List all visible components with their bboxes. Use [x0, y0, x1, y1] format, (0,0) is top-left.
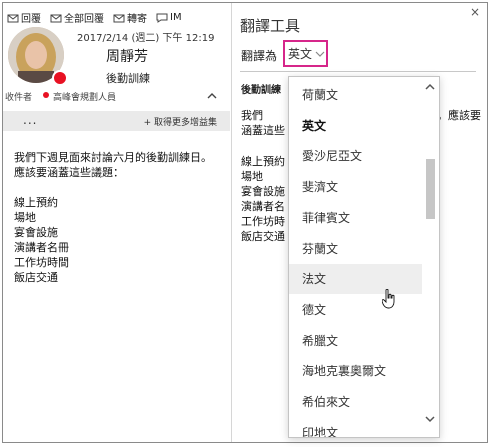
translation-line-end: 。應該要 — [437, 109, 481, 122]
hand-cursor-icon — [382, 289, 395, 309]
body-line: 應該要涵蓋這些議題： — [14, 166, 124, 179]
message-body: 我們下週見面來討論六月的後勤訓練日。 應該要涵蓋這些議題： 線上預約場地宴會設施演… — [14, 150, 212, 285]
translation-line-start: 線上預約 — [241, 155, 285, 168]
im-button[interactable]: IM — [156, 10, 182, 25]
body-line: 線上預約 — [14, 196, 58, 209]
addins-bar: ... + 取得更多增益集 — [3, 111, 230, 131]
body-line: 宴會設施 — [14, 226, 58, 239]
sender-name[interactable]: 周靜芳 — [106, 46, 148, 66]
translation-line: 場地 — [241, 169, 263, 184]
body-line: 我們下週見面來討論六月的後勤訓練日。 — [14, 151, 212, 164]
reply-all-label: 全部回覆 — [64, 14, 104, 25]
language-dropdown[interactable]: 印地文 希伯來文 海地克裏奧爾文 希臘文 德文 法文 芬蘭文 菲律賓文 斐濟文 愛沙尼亞文 英文 荷蘭… — [288, 76, 440, 438]
body-line — [14, 180, 212, 195]
translation-line: 演講者名 — [241, 199, 285, 214]
collapse-header-icon[interactable] — [206, 91, 218, 101]
forward-icon — [113, 14, 125, 22]
language-option[interactable]: 海地克裏奧爾文 — [289, 356, 422, 386]
language-select[interactable]: 英文 — [283, 40, 328, 67]
language-option[interactable]: 荷蘭文 — [289, 80, 422, 110]
language-option[interactable]: 德文 — [289, 295, 422, 325]
forward-label: 轉寄 — [127, 14, 147, 25]
reply-button[interactable]: 回覆 — [7, 10, 41, 25]
presence-status-icon — [52, 70, 68, 86]
language-option[interactable]: 希臘文 — [289, 326, 422, 356]
body-line: 場地 — [14, 211, 36, 224]
scroll-up-icon[interactable] — [425, 83, 435, 91]
language-option[interactable]: 芬蘭文 — [289, 234, 422, 264]
language-option[interactable]: 斐濟文 — [289, 172, 422, 202]
translation-line: 我們 。應該要 — [241, 108, 481, 123]
translation-line: 工作坊時 — [241, 214, 285, 229]
translation-line-start: 我們 — [241, 109, 263, 122]
translation-line-start: 涵蓋這些 — [241, 124, 285, 137]
header-separator — [240, 71, 476, 72]
get-addins-link[interactable]: + 取得更多增益集 — [144, 115, 217, 128]
scrollbar-thumb[interactable] — [426, 159, 435, 219]
language-option[interactable]: 愛沙尼亞文 — [289, 141, 422, 171]
im-label: IM — [170, 12, 182, 23]
selected-language: 英文 — [288, 47, 313, 61]
scroll-down-icon[interactable] — [425, 415, 435, 423]
translation-line-start: 場地 — [241, 170, 263, 183]
translation-line: 宴會設施 — [241, 184, 285, 199]
body-line: 飯店交通 — [14, 271, 58, 284]
message-date: 2017/2/14 (週二) 下午 12:19 — [77, 33, 215, 44]
reply-all-button[interactable]: 全部回覆 — [50, 10, 104, 25]
language-option[interactable]: 法文 — [289, 264, 422, 295]
language-option[interactable]: 菲律賓文 — [289, 203, 422, 233]
translation-line-start: 演講者名 — [241, 200, 285, 213]
forward-button[interactable]: 轉寄 — [113, 10, 147, 25]
close-pane-button[interactable]: × — [470, 5, 480, 19]
translation-line-start: 宴會設施 — [241, 185, 285, 198]
more-options-button[interactable]: ... — [23, 113, 37, 127]
translator-title: 翻譯工具 — [240, 17, 301, 35]
reply-label: 回覆 — [21, 14, 41, 25]
language-option[interactable]: 希伯來文 — [289, 387, 422, 417]
reply-all-icon — [50, 14, 62, 22]
translation-line-start: 飯店交通 — [241, 230, 285, 243]
translate-to-label: 翻譯為 — [241, 49, 278, 63]
message-pane: 回覆 全部回覆 轉寄 IM 2017/2/14 (週二) 下午 12:19 周靜… — [3, 3, 230, 442]
translation-subject: 後勤訓練 — [241, 85, 281, 96]
translation-line-start: 工作坊時 — [241, 215, 285, 228]
language-option[interactable]: 英文 — [289, 111, 422, 141]
translation-line: 涵蓋這些 — [241, 123, 285, 138]
recipients-label: 收件者 — [5, 93, 33, 103]
chat-icon — [156, 13, 168, 23]
recipient-presence-icon — [43, 92, 49, 98]
message-actions: 回覆 全部回覆 轉寄 IM — [7, 10, 182, 25]
translation-line: 飯店交通 — [241, 229, 285, 244]
pane-divider[interactable] — [231, 3, 232, 442]
language-option[interactable]: 印地文 — [289, 418, 422, 437]
message-subject: 後勤訓練 — [106, 72, 150, 85]
recipient-name[interactable]: 高峰會規劃人員 — [53, 90, 116, 103]
reply-icon — [7, 14, 19, 22]
translation-line: 線上預約 — [241, 154, 285, 169]
chevron-down-icon — [315, 51, 325, 57]
body-line: 工作坊時間 — [14, 256, 69, 269]
body-line: 演講者名冊 — [14, 241, 69, 254]
dropdown-scrollbar[interactable] — [423, 77, 437, 435]
